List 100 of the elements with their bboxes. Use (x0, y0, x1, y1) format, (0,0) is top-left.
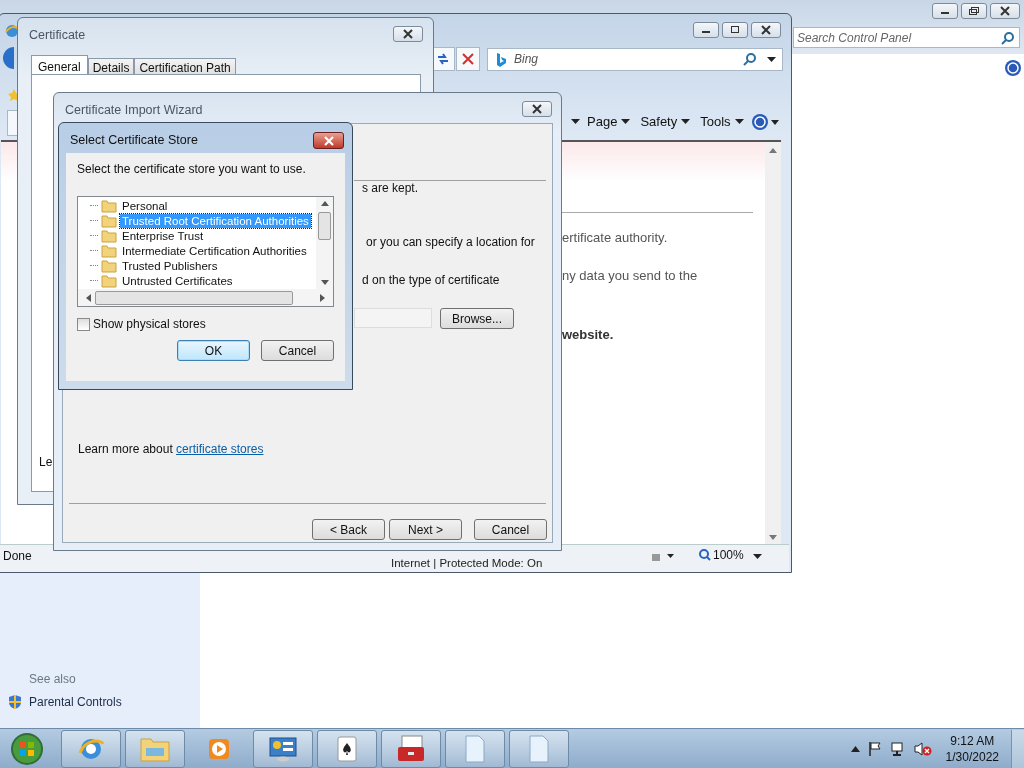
caret-icon (681, 118, 691, 125)
clock[interactable]: 9:12 AM 1/30/2022 (945, 732, 999, 765)
close-button[interactable] (990, 3, 1020, 19)
search-field[interactable]: Search Control Panel (793, 27, 1020, 48)
menu-button[interactable]: Page (584, 112, 634, 131)
folder-taskbar-button[interactable] (125, 729, 185, 768)
tree-item[interactable]: Enterprise Trust (120, 228, 206, 243)
zoom-button[interactable]: 100% (693, 547, 750, 563)
close-icon (999, 6, 1011, 16)
cards-taskbar-button[interactable] (317, 729, 377, 768)
folder-icon (140, 735, 170, 762)
tree-item[interactable]: Intermediate Certification Authorities (120, 243, 309, 258)
checkbox[interactable] (77, 317, 90, 331)
tree-item[interactable]: Untrusted Certificates (120, 273, 235, 288)
close-button[interactable] (393, 26, 423, 42)
network-icon[interactable] (889, 740, 906, 757)
wizard-button[interactable]: Cancel (474, 519, 547, 540)
shield-icon (8, 694, 22, 710)
clock-time: 9:12 AM (950, 732, 995, 749)
toolbox-icon (396, 734, 426, 763)
browser-taskbar-button[interactable] (61, 729, 121, 768)
folder-icon (101, 213, 117, 228)
instruction-text: or you can specify a location for (366, 235, 535, 249)
search-icon (743, 51, 757, 66)
b-logo-icon (495, 51, 507, 68)
folder-icon (101, 228, 117, 243)
minimize-button[interactable] (693, 22, 719, 38)
instruction-text: s are kept. (362, 181, 419, 195)
scroll-down-icon (320, 280, 329, 285)
dropdown-icon[interactable] (753, 554, 762, 560)
show-hidden-icons-icon[interactable] (850, 745, 860, 752)
scroll-thumb[interactable] (95, 290, 293, 305)
page-text: ertificate authority. (562, 230, 668, 245)
checkbox-label: Show physical stores (93, 317, 206, 331)
document-icon (528, 734, 550, 763)
wizard-button[interactable]: < Back (312, 519, 385, 540)
horizontal-scrollbar[interactable] (78, 289, 333, 306)
folder-icon (101, 258, 117, 273)
close-icon (531, 104, 543, 114)
document-taskbar-button[interactable] (509, 729, 569, 768)
restore-icon (968, 6, 980, 16)
folder-icon (101, 198, 117, 213)
tab[interactable]: General (31, 55, 88, 77)
scroll-down-icon (769, 535, 777, 540)
window-title: Certificate Import Wizard (65, 103, 203, 117)
toolbox-taskbar-button[interactable] (381, 729, 441, 768)
scroll-up-icon (769, 148, 777, 153)
flag-icon[interactable] (867, 740, 882, 757)
minimize-button[interactable] (932, 3, 958, 19)
page-text: website. (562, 327, 614, 342)
dialog-button[interactable]: OK (177, 340, 250, 361)
window-title: Select Certificate Store (70, 133, 198, 147)
close-icon (760, 25, 772, 35)
help-icon[interactable] (750, 112, 779, 131)
instruction-text: Select the certificate store you want to use. (77, 162, 307, 176)
browse-button[interactable]: Browse... (440, 308, 514, 329)
search-field[interactable]: Bing (487, 47, 783, 71)
maximize-icon (729, 25, 741, 35)
close-button[interactable] (313, 132, 344, 149)
restore-button[interactable] (961, 3, 987, 19)
menu-button[interactable]: Safety (637, 112, 694, 131)
scroll-up-icon (320, 201, 329, 206)
document-icon (464, 734, 486, 763)
volume-muted-icon[interactable] (913, 740, 932, 757)
menu-button[interactable]: Tools (697, 112, 747, 131)
caret-icon (734, 118, 744, 125)
vertical-scrollbar[interactable] (316, 197, 333, 289)
parental-controls-link[interactable]: Parental Controls (29, 695, 122, 709)
status-text: Done (3, 549, 32, 563)
see-also-heading: See also (28, 672, 77, 686)
tree-item[interactable]: Personal (120, 198, 170, 213)
dialog-button[interactable]: Cancel (261, 340, 334, 361)
search-icon (1001, 31, 1015, 45)
security-zone-text: Internet | Protected Mode: On (391, 557, 543, 569)
close-icon (402, 29, 414, 39)
wizard-button[interactable]: Next > (389, 519, 462, 540)
stop-button[interactable] (456, 47, 480, 71)
scroll-left-icon (86, 293, 91, 302)
start-button[interactable] (9, 730, 45, 767)
maximize-button[interactable] (722, 22, 748, 38)
scroll-right-icon (320, 293, 325, 302)
certificate-stores-link[interactable]: certificate stores (176, 442, 264, 456)
close-button[interactable] (751, 22, 781, 38)
caret-icon (621, 118, 631, 125)
dropdown-icon[interactable] (767, 56, 776, 63)
folder-icon (101, 243, 117, 258)
dropdown-icon[interactable] (571, 118, 580, 125)
control-panel-taskbar-button[interactable] (253, 729, 313, 768)
scrollbar[interactable] (765, 142, 781, 546)
close-icon (322, 135, 335, 146)
scroll-thumb[interactable] (318, 212, 331, 240)
page-text: ny data you send to the (562, 268, 698, 283)
close-button[interactable] (522, 101, 552, 117)
file-path-field[interactable] (354, 308, 432, 328)
help-icon[interactable] (1004, 59, 1022, 77)
tree-item[interactable]: Trusted Publishers (120, 258, 220, 273)
instruction-text: d on the type of certificate (362, 273, 500, 287)
playing-card-icon (334, 734, 360, 763)
document-taskbar-button[interactable] (445, 729, 505, 768)
clock-date: 1/30/2022 (945, 748, 999, 765)
